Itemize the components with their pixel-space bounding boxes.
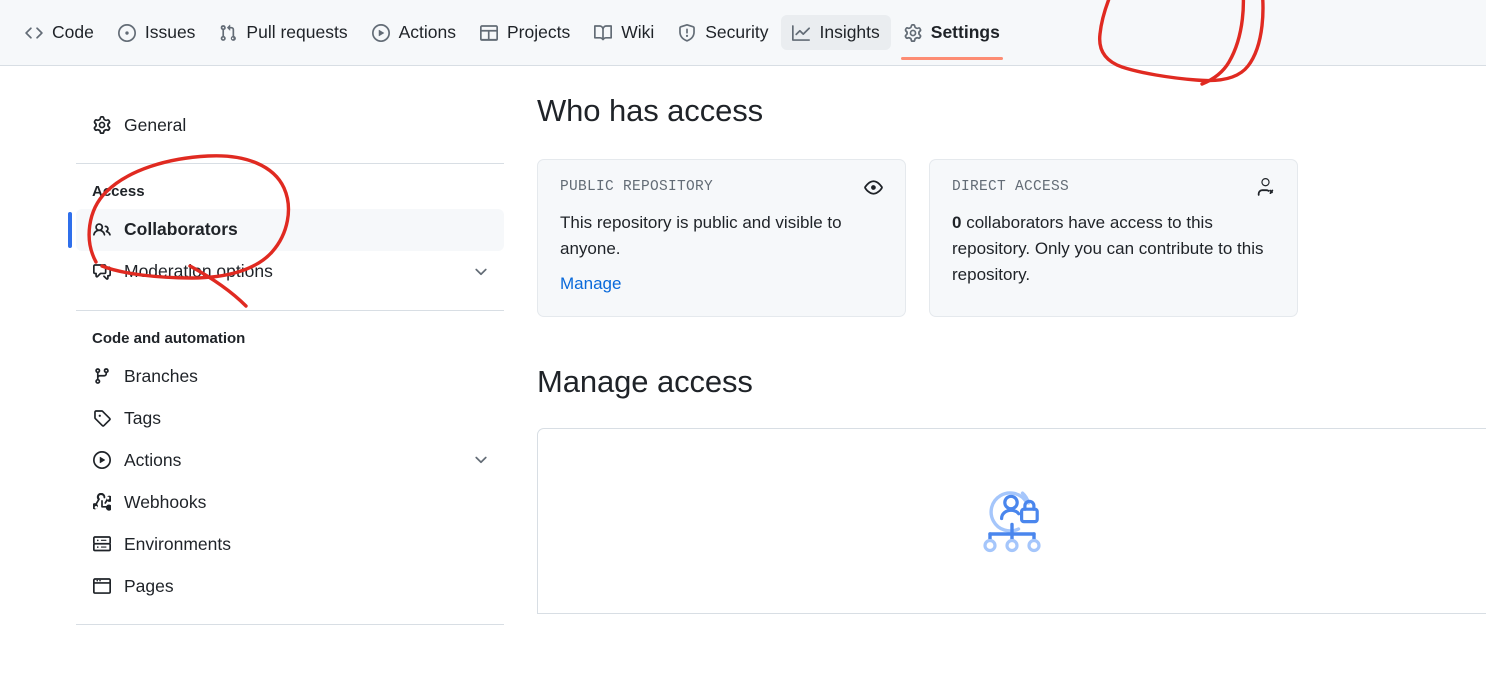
repo-nav-tab-label: Insights [819, 22, 880, 42]
gear-icon [92, 115, 112, 135]
people-icon [92, 220, 112, 240]
code-icon [25, 24, 43, 42]
sidebar-group-access: Collaborators Moderation options [68, 208, 504, 293]
chevron-down-icon[interactable] [472, 263, 490, 281]
play-icon [92, 450, 112, 470]
settings-sidebar: General Access Collaborators Moderation o… [68, 104, 504, 643]
sidebar-item-environments[interactable]: Environments [76, 523, 504, 565]
sidebar-item-collaborators[interactable]: Collaborators [68, 208, 504, 251]
repo-nav-tab-label: Code [52, 22, 94, 42]
tag-icon [92, 408, 112, 428]
eye-icon [864, 178, 883, 197]
person-icon [1256, 177, 1275, 197]
issue-opened-icon [117, 23, 136, 42]
sidebar-item-general[interactable]: General [76, 104, 504, 146]
sidebar-group-title-code: Code and automation [92, 329, 246, 347]
sidebar-active-indicator [68, 211, 72, 248]
direct-card-kicker: DIRECT ACCESS [952, 179, 1070, 196]
access-cards-row: PUBLIC REPOSITORY This repository is pub… [537, 158, 1486, 318]
sidebar-group-title-access: Access [92, 183, 145, 200]
sidebar-divider-2 [76, 309, 504, 311]
git-pull-request-icon [219, 24, 237, 42]
browser-icon [92, 576, 112, 596]
book-icon [594, 24, 613, 42]
table-icon [479, 24, 498, 42]
sidebar-item-tags[interactable]: Tags [76, 397, 504, 439]
repo-nav-tab-label: Actions [398, 22, 456, 42]
sidebar-item-label: Pages [124, 575, 174, 596]
sidebar-group-code-automation: Branches Tags Actions Webhooks Environments P… [76, 355, 504, 607]
repo-nav-tab-insights[interactable]: Insights [781, 15, 891, 50]
sidebar-item-label: Webhooks [124, 491, 207, 512]
sidebar-item-label: Actions [124, 449, 182, 470]
git-branch-icon [92, 366, 112, 386]
page-root: Code Issues Pull requests Actions Projects Wi… [0, 0, 1486, 676]
public-repository-card: PUBLIC REPOSITORY This repository is pub… [537, 158, 906, 318]
sidebar-divider-1 [76, 163, 504, 164]
shield-icon [678, 23, 696, 42]
locked-user-hierarchy-illustration [538, 477, 1486, 565]
sidebar-item-label: Collaborators [124, 219, 238, 239]
repo-nav-tab-code[interactable]: Code [14, 15, 105, 50]
repo-nav-tabs: Code Issues Pull requests Actions Projects Wi… [0, 0, 1486, 65]
repo-nav-tab-label: Wiki [621, 22, 655, 42]
repo-nav-tab-label: Projects [506, 22, 571, 42]
manage-access-section: Manage access [537, 363, 1486, 615]
repo-nav-tab-label: Settings [930, 22, 1000, 42]
repo-nav-tab-label: Pull requests [246, 22, 348, 42]
repo-nav-tab-settings[interactable]: Settings [893, 15, 1011, 60]
sidebar-divider-3 [76, 624, 504, 625]
repo-nav-header: Code Issues Pull requests Actions Projects Wi… [0, 0, 1486, 66]
public-card-kicker: PUBLIC REPOSITORY [560, 179, 714, 196]
repo-nav-tab-issues[interactable]: Issues [107, 15, 207, 50]
gear-icon [904, 23, 922, 42]
chevron-down-icon[interactable] [472, 451, 490, 469]
sidebar-item-label: Moderation options [124, 261, 273, 281]
sidebar-item-webhooks[interactable]: Webhooks [76, 481, 504, 523]
manage-access-panel [537, 428, 1486, 615]
sidebar-item-label: General [124, 114, 187, 135]
direct-card-body: 0 collaborators have access to this repo… [952, 210, 1275, 289]
direct-card-header: DIRECT ACCESS [952, 177, 1275, 197]
server-icon [92, 534, 112, 554]
sidebar-item-pages[interactable]: Pages [76, 565, 504, 607]
sidebar-item-moderation-options[interactable]: Moderation options [76, 251, 504, 293]
play-icon [371, 23, 390, 42]
sidebar-item-label: Tags [124, 407, 161, 428]
repo-nav-tab-projects[interactable]: Projects [469, 15, 581, 50]
sidebar-item-label: Environments [124, 533, 231, 554]
public-card-body: This repository is public and visible to… [560, 212, 842, 259]
sidebar-item-branches[interactable]: Branches [76, 355, 504, 397]
sidebar-item-label: Branches [124, 365, 198, 386]
webhook-icon [92, 492, 112, 512]
sidebar-item-actions[interactable]: Actions [76, 439, 504, 481]
manage-access-heading: Manage access [537, 364, 753, 400]
direct-access-card: DIRECT ACCESS 0 collaborators have acces… [929, 158, 1298, 318]
active-tab-underline [900, 57, 1003, 60]
repo-nav-tab-wiki[interactable]: Wiki [583, 15, 665, 50]
direct-card-body-text: collaborators have access to this reposi… [952, 212, 1264, 285]
who-has-access-heading: Who has access [537, 93, 764, 128]
manage-visibility-link[interactable]: Manage [560, 274, 621, 294]
comment-discussion-icon [92, 262, 112, 282]
repo-nav-tab-pull-requests[interactable]: Pull requests [208, 15, 358, 50]
graph-icon [792, 24, 811, 42]
main-content: Who has access PUBLIC REPOSITORY This re… [537, 92, 1486, 615]
repo-nav-tab-label: Security [705, 22, 769, 42]
public-card-header: PUBLIC REPOSITORY [560, 178, 883, 197]
repo-nav-tab-security[interactable]: Security [667, 15, 779, 50]
sidebar-top-group: General [76, 104, 504, 146]
repo-nav-tab-actions[interactable]: Actions [361, 15, 467, 50]
repo-nav-tab-label: Issues [144, 22, 196, 42]
